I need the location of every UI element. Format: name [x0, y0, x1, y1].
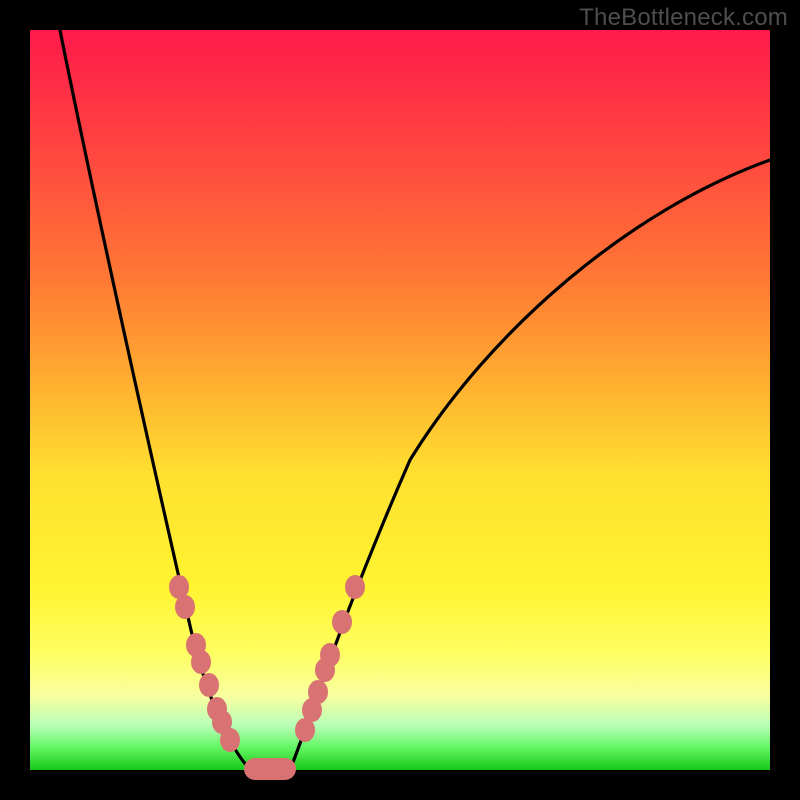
- marker-left: [191, 650, 211, 674]
- marker-left: [220, 728, 240, 752]
- marker-left: [199, 673, 219, 697]
- valley-floor-marker: [244, 758, 296, 780]
- markers-right-group: [295, 575, 365, 742]
- curve-left-branch: [60, 30, 251, 770]
- marker-right: [345, 575, 365, 599]
- curve-right-branch: [290, 160, 770, 770]
- marker-left: [175, 595, 195, 619]
- markers-left-group: [169, 575, 240, 752]
- marker-right: [320, 643, 340, 667]
- chart-svg: [30, 30, 770, 770]
- watermark-text: TheBottleneck.com: [579, 4, 788, 32]
- marker-right: [332, 610, 352, 634]
- marker-right: [308, 680, 328, 704]
- chart-frame: TheBottleneck.com: [0, 0, 800, 800]
